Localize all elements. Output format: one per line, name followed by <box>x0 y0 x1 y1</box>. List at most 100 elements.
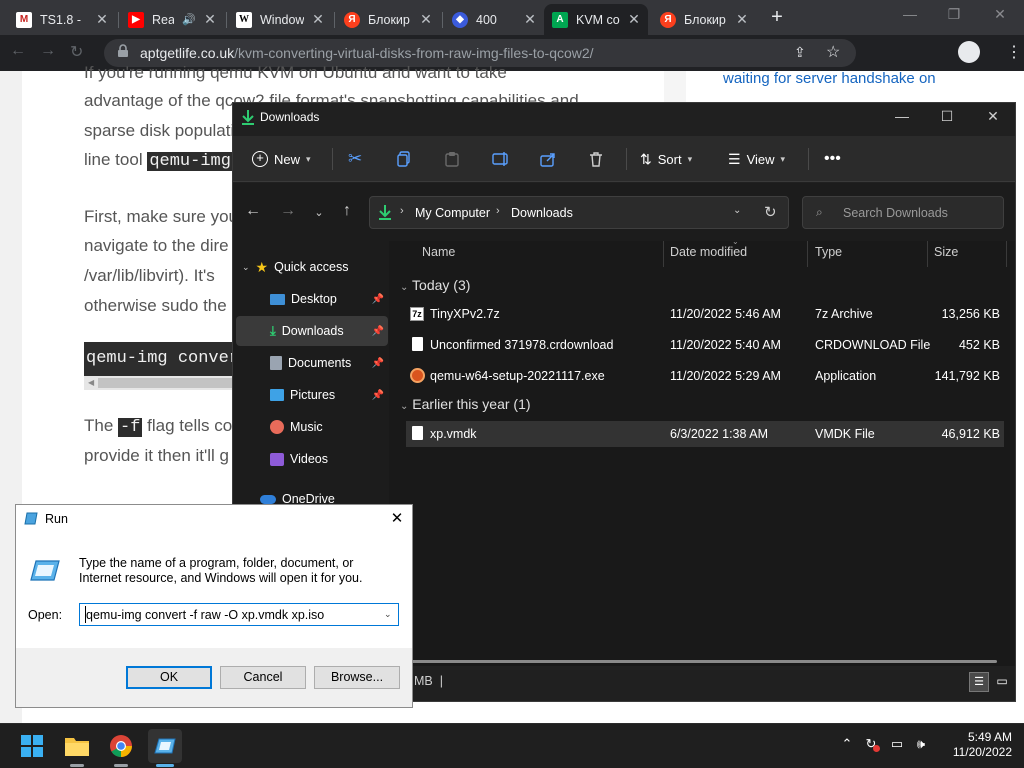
column-date-modified[interactable]: Date modified <box>670 245 747 263</box>
generic-file-icon <box>412 426 423 443</box>
close-tab-icon[interactable]: ✕ <box>204 11 216 28</box>
up-icon[interactable]: ↑ <box>336 202 358 224</box>
breadcrumb-my-computer[interactable]: My Computer <box>415 206 490 220</box>
nav-item-downloads[interactable]: ⤓ Downloads 📌 <box>236 316 388 346</box>
show-hidden-icons-chevron[interactable]: ⌃ <box>838 736 856 754</box>
file-explorer-icon[interactable] <box>60 729 94 763</box>
nav-item-pictures[interactable]: Pictures 📌 <box>236 380 388 410</box>
web-icon: ◆ <box>452 11 468 28</box>
close-window-icon[interactable]: ✕ <box>978 108 1008 126</box>
profile-avatar-icon[interactable] <box>958 41 980 63</box>
file-row[interactable]: 7z TinyXPv2.7z 11/20/2022 5:46 AM 7z Arc… <box>406 301 1004 327</box>
run-command-input[interactable] <box>79 603 399 626</box>
close-tab-icon[interactable]: ✕ <box>524 11 536 28</box>
code-scroll-thumb[interactable] <box>98 378 234 388</box>
close-tab-icon[interactable]: ✕ <box>96 11 108 28</box>
browse-button[interactable]: Browse... <box>314 666 400 689</box>
minimize-icon[interactable]: — <box>887 108 917 126</box>
forward-icon[interactable]: → <box>40 42 62 64</box>
browser-tab-3[interactable]: W Window ✕ <box>228 4 332 35</box>
view-button[interactable]: ☰ View ▾ <box>728 146 785 172</box>
forward-icon[interactable]: → <box>277 202 299 224</box>
lock-icon[interactable] <box>117 44 129 58</box>
horizontal-scrollbar[interactable] <box>405 660 997 663</box>
chrome-menu-icon[interactable]: ⋮ <box>1006 42 1022 62</box>
browser-tab-1[interactable]: M TS1.8 - ✕ <box>8 4 116 35</box>
browser-tab-7[interactable]: Я Блокир ✕ <box>652 4 756 35</box>
close-tab-icon[interactable]: ✕ <box>736 11 748 28</box>
sidebar-link[interactable]: waiting for server handshake on <box>723 70 936 87</box>
new-button[interactable]: + New ▾ <box>252 146 311 172</box>
back-icon[interactable]: ← <box>242 202 264 224</box>
cut-icon[interactable]: ✂ <box>348 146 362 172</box>
expand-chevron-icon: ⌄ <box>242 261 250 272</box>
sort-button[interactable]: ⇅ Sort ▾ <box>640 146 692 172</box>
file-row[interactable]: Unconfirmed 371978.crdownload 11/20/2022… <box>406 332 1004 358</box>
column-divider[interactable] <box>807 241 808 267</box>
nav-item-desktop[interactable]: Desktop 📌 <box>236 284 388 314</box>
url-path: /kvm-converting-virtual-disks-from-raw-i… <box>234 45 594 61</box>
url-text[interactable]: aptgetlife.co.uk/kvm-converting-virtual-… <box>140 45 594 61</box>
close-tab-icon[interactable]: ✕ <box>420 11 432 28</box>
dropdown-arrow-icon[interactable]: ⌄ <box>384 609 392 620</box>
volume-icon[interactable]: 🕪 <box>912 736 930 754</box>
address-dropdown-icon[interactable]: ⌄ <box>733 205 741 216</box>
group-header-earlier[interactable]: ⌄ Earlier this year (1) <box>400 396 531 412</box>
nav-item-documents[interactable]: Documents 📌 <box>236 348 388 378</box>
refresh-icon[interactable]: ↻ <box>764 203 777 221</box>
monitor-icon[interactable]: ▭ <box>888 736 906 754</box>
cancel-button[interactable]: Cancel <box>220 666 306 689</box>
copy-icon[interactable] <box>396 146 412 172</box>
close-tab-icon[interactable]: ✕ <box>312 11 324 28</box>
close-icon[interactable]: ✕ <box>388 509 406 527</box>
file-row[interactable]: qemu-w64-setup-20221117.exe 11/20/2022 5… <box>406 363 1004 389</box>
column-size[interactable]: Size <box>934 245 958 263</box>
browser-tab-4[interactable]: Я Блокир ✕ <box>336 4 440 35</box>
group-header-today[interactable]: ⌄ Today (3) <box>400 277 470 293</box>
start-windows-icon[interactable] <box>15 729 49 763</box>
file-size: 13,256 KB <box>941 307 1000 321</box>
new-tab-button[interactable]: + <box>765 6 789 30</box>
column-divider[interactable] <box>1006 241 1007 267</box>
minimize-icon[interactable]: — <box>898 6 922 26</box>
column-divider[interactable] <box>663 241 664 267</box>
delete-icon[interactable] <box>588 146 604 172</box>
ok-button[interactable]: OK <box>126 666 212 689</box>
nav-quick-access[interactable]: ⌄ ★ Quick access <box>236 252 388 282</box>
browser-tab-5[interactable]: ◆ 400 ✕ <box>444 4 544 35</box>
share-icon[interactable] <box>540 146 556 172</box>
clock-time: 5:49 AM <box>967 730 1012 744</box>
file-row-selected[interactable]: xp.vmdk 6/3/2022 1:38 AM VMDK File 46,91… <box>406 421 1004 447</box>
run-taskbar-icon[interactable] <box>148 729 182 763</box>
tiles-view-icon[interactable]: ▭ <box>992 672 1012 692</box>
scroll-left-icon[interactable]: ◀ <box>88 378 94 387</box>
maximize-icon[interactable]: ☐ <box>932 108 962 126</box>
browser-tab-2[interactable]: ▶ Rea 🔊 ✕ <box>120 4 224 35</box>
reload-icon[interactable]: ↻ <box>70 42 92 64</box>
paste-icon[interactable] <box>444 146 460 172</box>
close-tab-icon[interactable]: ✕ <box>628 11 640 28</box>
nav-label: Quick access <box>274 260 349 274</box>
share-icon[interactable]: ⇪ <box>794 44 806 61</box>
taskbar-clock[interactable]: 5:49 AM 11/20/2022 <box>940 730 1012 760</box>
more-options-icon[interactable]: ••• <box>824 146 841 172</box>
browser-tab-6-active[interactable]: A KVM co ✕ <box>544 4 648 35</box>
column-divider[interactable] <box>927 241 928 267</box>
bookmark-star-icon[interactable]: ☆ <box>826 42 840 62</box>
recent-locations-icon[interactable]: ⌄ <box>308 206 330 228</box>
back-icon[interactable]: ← <box>10 42 32 64</box>
nav-item-music[interactable]: Music <box>236 412 388 442</box>
rename-icon[interactable] <box>492 146 510 172</box>
column-name[interactable]: Name <box>422 245 455 263</box>
file-name: TinyXPv2.7z <box>430 307 500 321</box>
nav-item-videos[interactable]: Videos <box>236 444 388 474</box>
chrome-icon[interactable] <box>104 729 138 763</box>
new-label: New <box>274 151 301 167</box>
restore-icon[interactable]: ❐ <box>942 6 966 26</box>
close-window-icon[interactable]: ✕ <box>988 6 1012 26</box>
audio-playing-icon[interactable]: 🔊 <box>182 13 196 26</box>
details-view-icon[interactable]: ☰ <box>969 672 989 692</box>
nav-label: Music <box>290 420 323 434</box>
breadcrumb-downloads[interactable]: Downloads <box>511 206 573 220</box>
column-type[interactable]: Type <box>815 245 842 263</box>
